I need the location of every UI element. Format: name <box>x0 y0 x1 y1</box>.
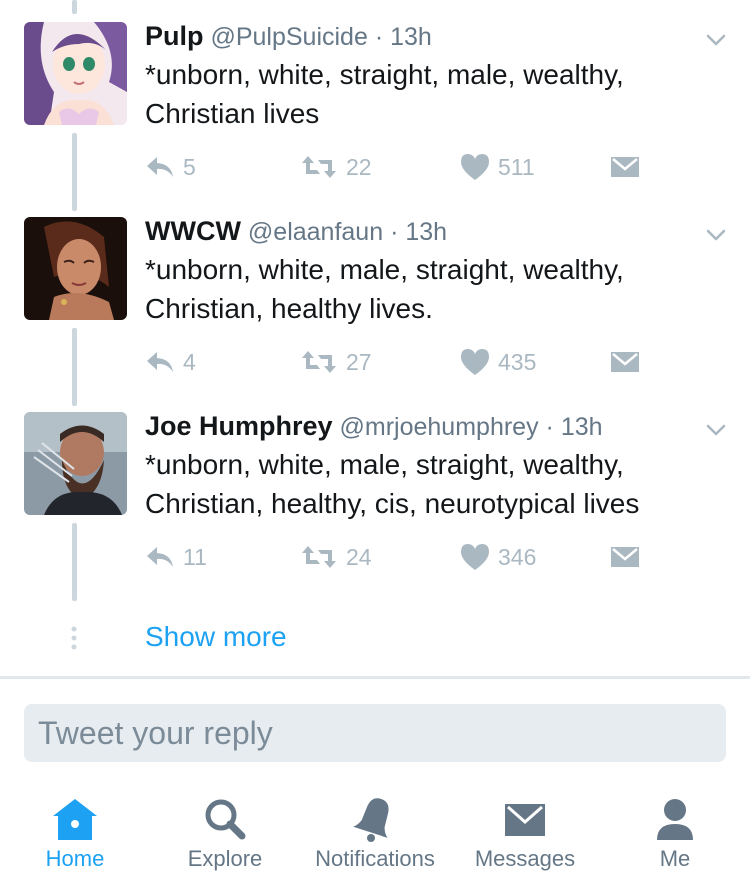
tweet-header: WWCW @elaanfaun · 13h <box>145 215 447 248</box>
tweet[interactable]: WWCW @elaanfaun · 13h *unborn, white, ma… <box>0 195 750 390</box>
reply-button[interactable]: 4 <box>145 345 196 379</box>
heart-icon <box>461 154 489 180</box>
display-name[interactable]: Joe Humphrey <box>145 411 333 441</box>
tweet-header: Pulp @PulpSuicide · 13h <box>145 20 432 53</box>
tab-label: Explore <box>187 846 263 871</box>
reply-count: 4 <box>183 348 196 375</box>
avatar[interactable] <box>24 412 127 515</box>
tab-notifications[interactable]: Notifications <box>300 790 450 879</box>
retweet-icon <box>302 546 336 568</box>
like-button[interactable]: 435 <box>460 345 536 379</box>
retweet-icon <box>302 351 336 373</box>
heart-icon <box>461 544 489 570</box>
retweet-button[interactable]: 24 <box>300 540 372 574</box>
like-count: 435 <box>498 348 537 375</box>
chevron-down-icon[interactable] <box>704 28 728 52</box>
tweet-text: *unborn, white, male, straight, wealthy,… <box>145 254 624 324</box>
tab-label: Notifications <box>315 846 435 871</box>
tweet-header: Joe Humphrey @mrjoehumphrey · 13h <box>145 410 603 443</box>
display-name[interactable]: WWCW <box>145 216 241 246</box>
bell-icon <box>353 798 389 842</box>
chevron-down-icon[interactable] <box>704 223 728 247</box>
tweet-reply-input[interactable] <box>24 704 712 762</box>
tweet-actions: 11 24 346 <box>145 540 665 574</box>
handle[interactable]: @mrjoehumphrey <box>340 413 539 441</box>
handle[interactable]: @elaanfaun <box>248 218 383 246</box>
tab-explore[interactable]: Explore <box>150 790 300 879</box>
handle[interactable]: @PulpSuicide <box>210 23 367 51</box>
reply-icon <box>147 157 173 177</box>
retweet-count: 22 <box>346 153 372 180</box>
separator: · <box>545 413 554 441</box>
tab-messages[interactable]: Messages <box>450 790 600 879</box>
tweet[interactable]: Pulp @PulpSuicide · 13h *unborn, white, … <box>0 0 750 195</box>
direct-message-button[interactable] <box>610 540 640 574</box>
direct-message-button[interactable] <box>610 345 640 379</box>
retweet-count: 27 <box>346 348 372 375</box>
like-count: 511 <box>498 153 535 180</box>
tab-label: Me <box>659 846 691 871</box>
tweet-actions: 5 22 511 <box>145 150 665 184</box>
tab-me[interactable]: Me <box>600 790 750 879</box>
more-dots-icon <box>71 626 77 650</box>
timestamp[interactable]: 13h <box>561 413 603 441</box>
like-button[interactable]: 346 <box>460 540 536 574</box>
chevron-down-icon[interactable] <box>704 418 728 442</box>
like-count: 346 <box>498 543 537 570</box>
tweet-actions: 4 27 435 <box>145 345 665 379</box>
like-button[interactable]: 511 <box>460 150 535 184</box>
reply-count: 5 <box>183 153 196 180</box>
reply-button[interactable]: 5 <box>145 150 196 184</box>
envelope-icon <box>611 157 639 177</box>
retweet-button[interactable]: 22 <box>300 150 372 184</box>
reply-button[interactable]: 11 <box>145 540 207 574</box>
search-icon <box>205 799 246 840</box>
tab-label: Home <box>45 846 105 871</box>
heart-icon <box>461 349 489 375</box>
display-name[interactable]: Pulp <box>145 21 204 51</box>
tweet-text: *unborn, white, male, straight, wealthy,… <box>145 449 640 519</box>
timestamp[interactable]: 13h <box>390 23 432 51</box>
retweet-button[interactable]: 27 <box>300 345 372 379</box>
avatar[interactable] <box>24 22 127 125</box>
tweet-text: *unborn, white, straight, male, wealthy,… <box>145 59 624 129</box>
direct-message-button[interactable] <box>610 150 640 184</box>
timestamp[interactable]: 13h <box>405 218 447 246</box>
envelope-icon <box>611 547 639 567</box>
separator: · <box>374 23 384 51</box>
retweet-icon <box>302 156 336 178</box>
reply-icon <box>147 352 173 372</box>
show-more-link[interactable]: Show more <box>145 619 287 655</box>
reply-count: 11 <box>183 543 207 570</box>
home-icon <box>53 799 97 840</box>
tab-home[interactable]: Home <box>0 790 150 879</box>
divider <box>0 676 750 679</box>
retweet-count: 24 <box>346 543 372 570</box>
reply-composer[interactable] <box>24 704 726 762</box>
envelope-icon <box>505 804 545 836</box>
envelope-icon <box>611 352 639 372</box>
tweet[interactable]: Joe Humphrey @mrjoehumphrey · 13h *unbor… <box>0 390 750 585</box>
bottom-tab-bar: Home Explore Notifications Messages Me <box>0 790 750 879</box>
separator: · <box>390 218 399 246</box>
person-icon <box>657 799 693 840</box>
tab-label: Messages <box>474 846 576 871</box>
avatar[interactable] <box>24 217 127 320</box>
reply-icon <box>147 547 173 567</box>
